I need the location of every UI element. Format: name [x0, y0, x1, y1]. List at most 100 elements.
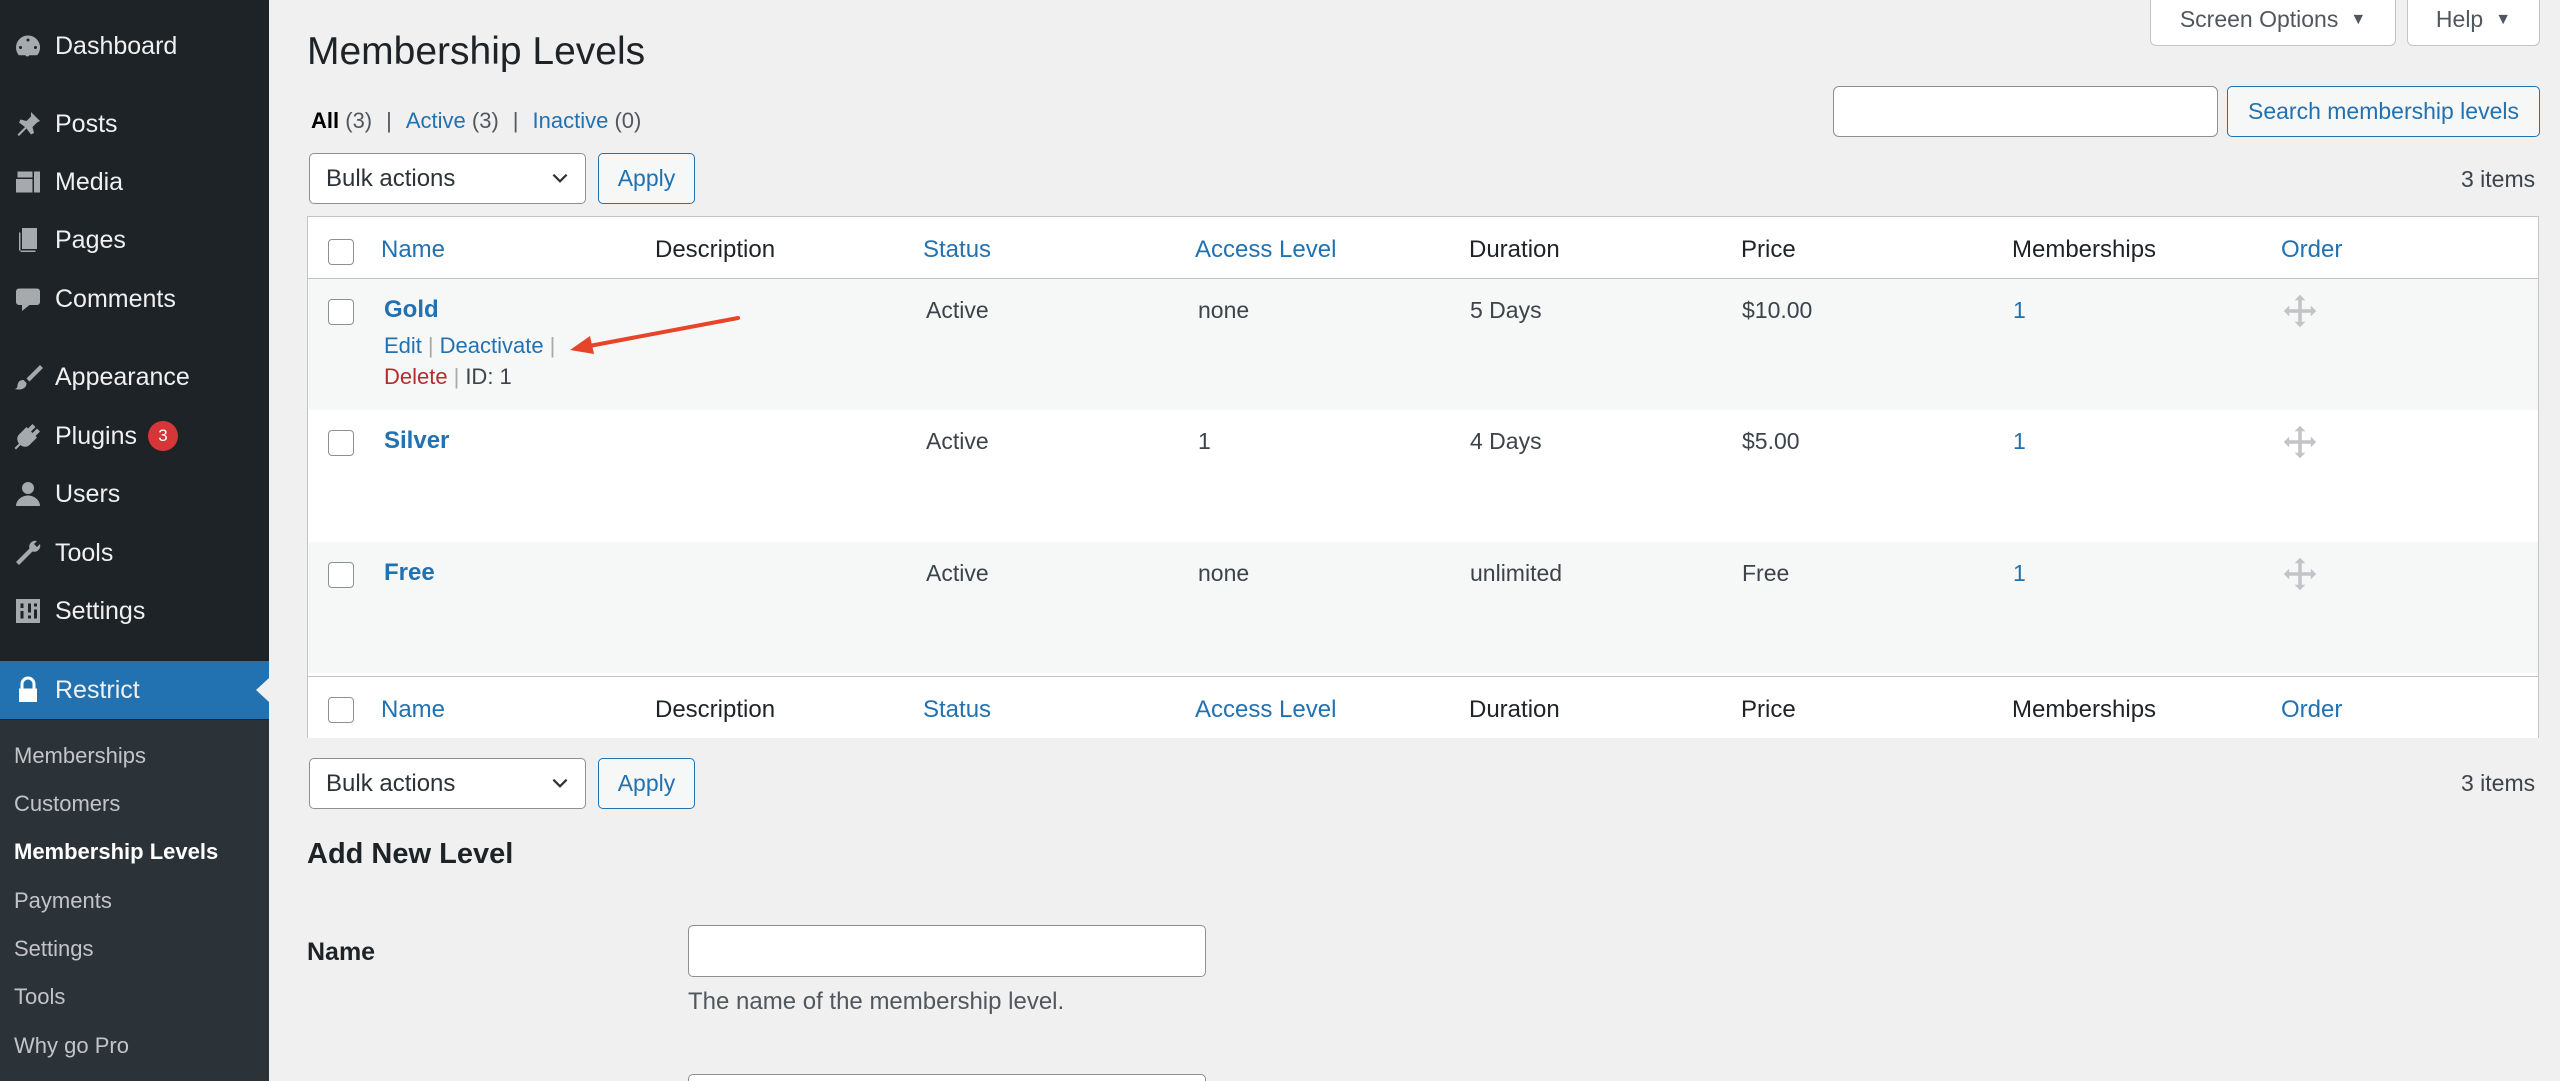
drag-move-icon[interactable]: [2282, 556, 2318, 592]
bulk-actions-select-bottom[interactable]: Bulk actions: [309, 758, 586, 809]
help-label: Help: [2435, 6, 2484, 32]
comment-icon: [8, 284, 48, 314]
column-status[interactable]: Status: [923, 696, 991, 724]
apply-button-top[interactable]: Apply: [598, 153, 695, 204]
dashboard-icon: [8, 31, 48, 61]
add-new-level-heading: Add New Level: [307, 838, 514, 870]
table-row: Free Active none unlimited Free 1: [308, 542, 2538, 673]
sidebar-item-label: Plugins: [55, 421, 137, 450]
column-name[interactable]: Name: [381, 236, 445, 264]
duration-cell: unlimited: [1470, 560, 1563, 586]
caret-down-icon: ▼: [2495, 10, 2512, 28]
bulk-actions-select-top[interactable]: Bulk actions: [309, 153, 586, 204]
status-cell: Active: [926, 560, 989, 586]
sidebar-item-plugins[interactable]: Plugins 3: [0, 411, 269, 461]
deactivate-link[interactable]: Deactivate: [440, 333, 544, 358]
level-name-link[interactable]: Gold: [384, 296, 439, 324]
pages-icon: [8, 225, 48, 255]
next-field-input[interactable]: [688, 1074, 1206, 1081]
view-separator: |: [512, 108, 519, 133]
edit-link[interactable]: Edit: [384, 333, 422, 358]
view-inactive-count: (0): [614, 108, 642, 133]
paintbrush-icon: [8, 362, 48, 392]
column-name[interactable]: Name: [381, 696, 445, 724]
submenu-item-why-go-pro[interactable]: Why go Pro: [14, 1033, 129, 1059]
row-checkbox[interactable]: [328, 430, 354, 456]
update-count-badge: 3: [148, 421, 178, 451]
row-checkbox[interactable]: [328, 562, 354, 588]
level-name-input[interactable]: [688, 925, 1206, 977]
column-access-level[interactable]: Access Level: [1195, 696, 1336, 724]
column-memberships: Memberships: [2012, 236, 2157, 263]
select-all-checkbox[interactable]: [328, 239, 354, 265]
name-field-label: Name: [307, 938, 376, 966]
select-all-checkbox-footer[interactable]: [328, 697, 354, 723]
sidebar-item-restrict[interactable]: Restrict: [0, 661, 269, 719]
caret-down-icon: ▼: [2350, 10, 2367, 28]
level-id: ID: 1: [465, 364, 512, 389]
sidebar-item-pages[interactable]: Pages: [0, 215, 269, 265]
status-filter-views: All (3) | Active (3) | Inactive (0): [311, 108, 641, 134]
chevron-down-icon: [552, 778, 568, 788]
view-all[interactable]: All (3): [311, 108, 372, 134]
sidebar-item-dashboard[interactable]: Dashboard: [0, 21, 269, 71]
submenu-item-customers[interactable]: Customers: [14, 791, 120, 817]
apply-button-bottom[interactable]: Apply: [598, 758, 695, 809]
drag-move-icon[interactable]: [2282, 424, 2318, 460]
column-description: Description: [655, 696, 776, 723]
row-checkbox[interactable]: [328, 299, 354, 325]
column-duration: Duration: [1469, 696, 1560, 723]
submenu-item-settings[interactable]: Settings: [14, 936, 94, 962]
column-order[interactable]: Order: [2281, 696, 2342, 724]
sidebar-item-label: Restrict: [55, 675, 140, 704]
level-name-link[interactable]: Silver: [384, 427, 449, 455]
view-inactive[interactable]: Inactive (0): [533, 108, 642, 134]
action-separator: |: [549, 333, 556, 358]
user-icon: [8, 479, 48, 509]
bulk-actions-label: Bulk actions: [326, 164, 456, 192]
table-row: Silver Active 1 4 Days $5.00 1: [308, 410, 2538, 541]
drag-move-icon[interactable]: [2282, 293, 2318, 329]
pushpin-icon: [8, 109, 48, 139]
sidebar-item-posts[interactable]: Posts: [0, 99, 269, 149]
submenu-item-memberships[interactable]: Memberships: [14, 743, 146, 769]
sidebar-item-label: Appearance: [55, 362, 190, 391]
memberships-count-link[interactable]: 1: [2013, 297, 2026, 324]
memberships-count-link[interactable]: 1: [2013, 560, 2026, 587]
view-separator: |: [386, 108, 392, 133]
column-access-level[interactable]: Access Level: [1195, 236, 1336, 264]
column-memberships: Memberships: [2012, 696, 2157, 723]
screen-options-button[interactable]: Screen Options ▼: [2150, 0, 2396, 46]
level-name-link[interactable]: Free: [384, 559, 435, 587]
table-header: Name Description Status Access Level Dur…: [308, 217, 2538, 279]
submenu-item-tools[interactable]: Tools: [14, 984, 65, 1010]
status-cell: Active: [926, 297, 989, 323]
submenu-item-membership-levels[interactable]: Membership Levels: [14, 839, 218, 865]
table-footer: Name Description Status Access Level Dur…: [308, 676, 2538, 738]
sidebar-item-tools[interactable]: Tools: [0, 528, 269, 578]
sidebar-item-appearance[interactable]: Appearance: [0, 352, 269, 402]
column-status[interactable]: Status: [923, 236, 991, 264]
search-input[interactable]: [1833, 86, 2218, 137]
view-active-count: (3): [471, 108, 499, 133]
duration-cell: 5 Days: [1470, 297, 1542, 323]
submenu-item-payments[interactable]: Payments: [14, 888, 112, 914]
price-cell: $5.00: [1742, 428, 1800, 454]
column-price: Price: [1741, 236, 1796, 263]
help-button[interactable]: Help ▼: [2407, 0, 2540, 46]
memberships-count-link[interactable]: 1: [2013, 428, 2026, 455]
access-level-cell: none: [1198, 560, 1250, 586]
sidebar-item-media[interactable]: Media: [0, 157, 269, 207]
sidebar-item-comments[interactable]: Comments: [0, 274, 269, 324]
sidebar-item-label: Posts: [55, 109, 118, 138]
column-duration: Duration: [1469, 236, 1560, 263]
current-menu-arrow: [256, 678, 269, 702]
bulk-actions-label: Bulk actions: [326, 769, 456, 797]
view-active[interactable]: Active (3): [406, 108, 499, 134]
sidebar-item-users[interactable]: Users: [0, 469, 269, 519]
search-button[interactable]: Search membership levels: [2227, 86, 2540, 137]
membership-levels-table: Name Description Status Access Level Dur…: [307, 216, 2539, 738]
column-order[interactable]: Order: [2281, 236, 2342, 264]
sidebar-item-settings[interactable]: Settings: [0, 586, 269, 636]
delete-link[interactable]: Delete: [384, 364, 448, 389]
